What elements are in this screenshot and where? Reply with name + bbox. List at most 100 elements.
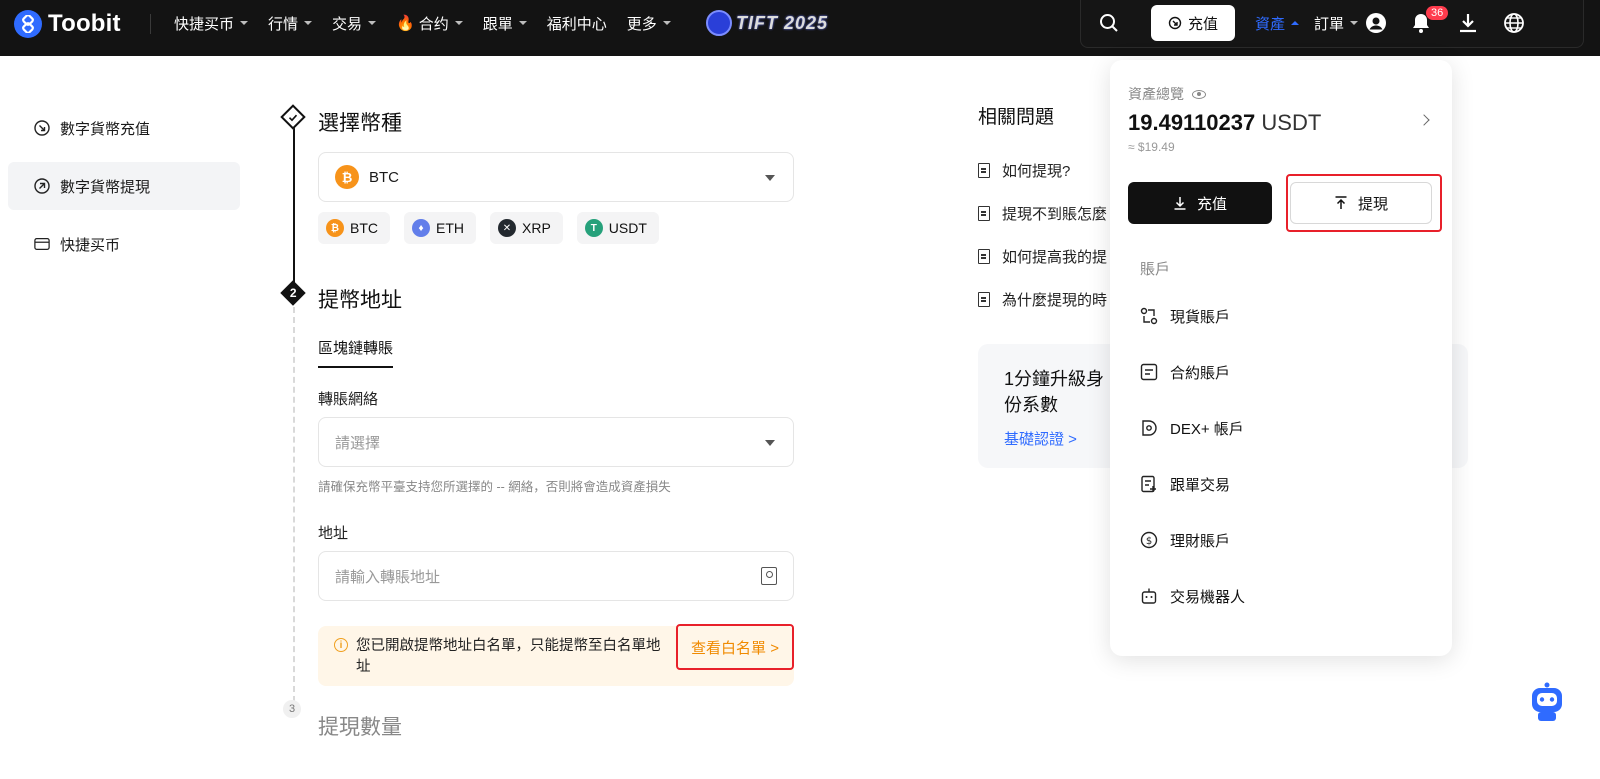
- chip-label: ETH: [436, 220, 464, 236]
- orders-menu[interactable]: 訂單: [1314, 0, 1359, 46]
- address-book-icon[interactable]: [761, 567, 777, 585]
- header-deposit-button[interactable]: 充值: [1151, 5, 1235, 41]
- nav-copy-trade[interactable]: 跟單: [483, 13, 527, 34]
- chevron-down-icon: [518, 21, 527, 25]
- account-spot[interactable]: 現貨賬戶: [1140, 304, 1230, 328]
- account-label: 跟單交易: [1170, 476, 1231, 494]
- whitelist-notice: i 您已開啟提幣地址白名單，只能提幣至白名單地址 查看白名單 >: [318, 624, 794, 686]
- xrp-icon: ✕: [498, 219, 516, 237]
- step-title-select-coin: 選擇幣種: [318, 112, 402, 135]
- tether-icon: T: [584, 219, 603, 237]
- account-copy-trading[interactable]: 跟單交易: [1140, 472, 1230, 496]
- brand-name: Toobit: [48, 10, 121, 37]
- document-icon: [978, 163, 990, 178]
- sidebar-item-quick-buy[interactable]: 快捷买币: [8, 220, 240, 268]
- chevron-down-icon: [454, 21, 463, 25]
- arrow-down-circle-icon: [34, 120, 50, 136]
- faq-title: 相關問題: [978, 107, 1055, 128]
- faq-item-label: 提現不到賬怎麼: [1002, 206, 1108, 223]
- tift-promo-banner[interactable]: TIFT 2025: [706, 10, 828, 36]
- bitcoin-icon: ₿: [326, 219, 344, 237]
- toobit-logo-icon: [14, 10, 42, 38]
- assets-label: 資產: [1255, 15, 1286, 33]
- network-placeholder: 請選擇: [335, 434, 381, 452]
- coin-chip-xrp[interactable]: ✕ XRP: [490, 212, 563, 244]
- coin-select-value: BTC: [369, 168, 399, 186]
- nav-futures[interactable]: 🔥 合约: [396, 13, 463, 34]
- asset-overview-label: 資產總覽: [1128, 84, 1206, 104]
- help-robot-icon[interactable]: [1524, 680, 1570, 726]
- svg-text:$: $: [1146, 536, 1152, 547]
- chevron-up-icon: [1291, 21, 1300, 25]
- account-label: 合約賬戶: [1170, 364, 1231, 382]
- coin-chip-eth[interactable]: ♦ ETH: [404, 212, 476, 244]
- eye-icon[interactable]: [1192, 89, 1206, 99]
- top-navbar: Toobit 快捷买币 行情 交易 🔥 合约 跟單 福利中心 更多 TIFT 20…: [0, 0, 1600, 56]
- chevron-down-icon: [1350, 21, 1359, 25]
- dropdown-withdraw-button[interactable]: 提現: [1290, 182, 1432, 224]
- step-done-check-icon: [280, 104, 306, 130]
- nav-trade[interactable]: 交易: [332, 13, 377, 34]
- card-icon: [34, 236, 50, 252]
- brand-logo[interactable]: Toobit: [14, 10, 121, 38]
- nav-label: 行情: [268, 15, 299, 33]
- dropdown-arrow-icon: [765, 440, 775, 446]
- address-input[interactable]: 請輸入轉賬地址: [318, 551, 794, 601]
- coin-chip-btc[interactable]: ₿ BTC: [318, 212, 390, 244]
- contract-icon: [1140, 363, 1158, 381]
- download-icon[interactable]: [1459, 0, 1477, 46]
- address-label: 地址: [318, 525, 349, 542]
- account-label: 交易機器人: [1170, 588, 1246, 606]
- notification-badge: 36: [1426, 6, 1449, 20]
- notice-text: 您已開啟提幣地址白名單，只能提幣至白名單地址: [356, 638, 661, 675]
- deposit-icon: [1168, 16, 1182, 30]
- assets-dropdown: 資產總覽 19.49110237 USDT ≈ $19.49 充值 提現 賬戶 …: [1110, 60, 1452, 656]
- step-number-3: 3: [283, 700, 301, 718]
- chevron-right-icon[interactable]: [1418, 114, 1430, 126]
- nav-market[interactable]: 行情: [268, 13, 313, 34]
- view-whitelist-link[interactable]: 查看白名單 >: [676, 624, 794, 670]
- faq-item[interactable]: 提現不到賬怎麼: [978, 203, 1107, 224]
- step-connector-solid: [293, 128, 295, 288]
- dropdown-deposit-button[interactable]: 充值: [1128, 182, 1272, 224]
- document-icon: [978, 206, 990, 221]
- deposit-btn-label: 充值: [1196, 195, 1227, 213]
- assets-menu[interactable]: 資產: [1255, 0, 1300, 46]
- tab-blockchain-transfer[interactable]: 區塊鏈轉賬: [318, 337, 394, 368]
- faq-item[interactable]: 如何提現?: [978, 160, 1070, 181]
- dropdown-arrow-icon: [765, 175, 775, 181]
- coin-chip-usdt[interactable]: T USDT: [576, 212, 659, 244]
- nav-label: 福利中心: [546, 15, 607, 33]
- user-avatar-icon[interactable]: [1365, 0, 1387, 46]
- account-trading-bot[interactable]: 交易機器人: [1140, 584, 1245, 608]
- account-earn[interactable]: $ 理財賬戶: [1140, 528, 1230, 552]
- network-select[interactable]: 請選擇: [318, 417, 794, 467]
- basic-verification-link[interactable]: 基礎認證 >: [1004, 428, 1077, 449]
- nav-quick-buy[interactable]: 快捷买币: [174, 13, 249, 34]
- chevron-down-icon: [304, 21, 313, 25]
- chevron-down-icon: [368, 21, 377, 25]
- sidebar-item-crypto-deposit[interactable]: 數字貨幣充值: [8, 104, 240, 152]
- step-number-2: 2: [280, 280, 306, 306]
- account-dex[interactable]: DEX+ 帳戶: [1140, 416, 1244, 440]
- nav-more[interactable]: 更多: [627, 13, 671, 34]
- nav-rewards[interactable]: 福利中心: [547, 13, 607, 34]
- account-futures[interactable]: 合約賬戶: [1140, 360, 1230, 384]
- coin-select[interactable]: ₿ BTC: [318, 152, 794, 202]
- sidebar-item-crypto-withdraw[interactable]: 數字貨幣提現: [8, 162, 240, 210]
- account-label: 現貨賬戶: [1170, 308, 1231, 326]
- main-nav: 快捷买币 行情 交易 🔥 合约 跟單 福利中心 更多: [174, 0, 671, 46]
- faq-item[interactable]: 為什麼提現的時: [978, 289, 1107, 310]
- search-icon[interactable]: [1099, 0, 1119, 46]
- balance-value: 19.49110237: [1128, 110, 1256, 135]
- deposit-label: 充值: [1187, 15, 1218, 33]
- earn-icon: $: [1140, 531, 1158, 549]
- chip-label: USDT: [608, 220, 647, 236]
- faq-item[interactable]: 如何提高我的提: [978, 246, 1107, 267]
- step-number-text: 2: [289, 286, 297, 300]
- copy-trade-icon: [1141, 475, 1156, 493]
- globe-icon[interactable]: [1503, 0, 1525, 46]
- robot-icon: [1141, 588, 1157, 604]
- orders-label: 訂單: [1314, 15, 1345, 33]
- accounts-section-label: 賬戶: [1140, 261, 1171, 278]
